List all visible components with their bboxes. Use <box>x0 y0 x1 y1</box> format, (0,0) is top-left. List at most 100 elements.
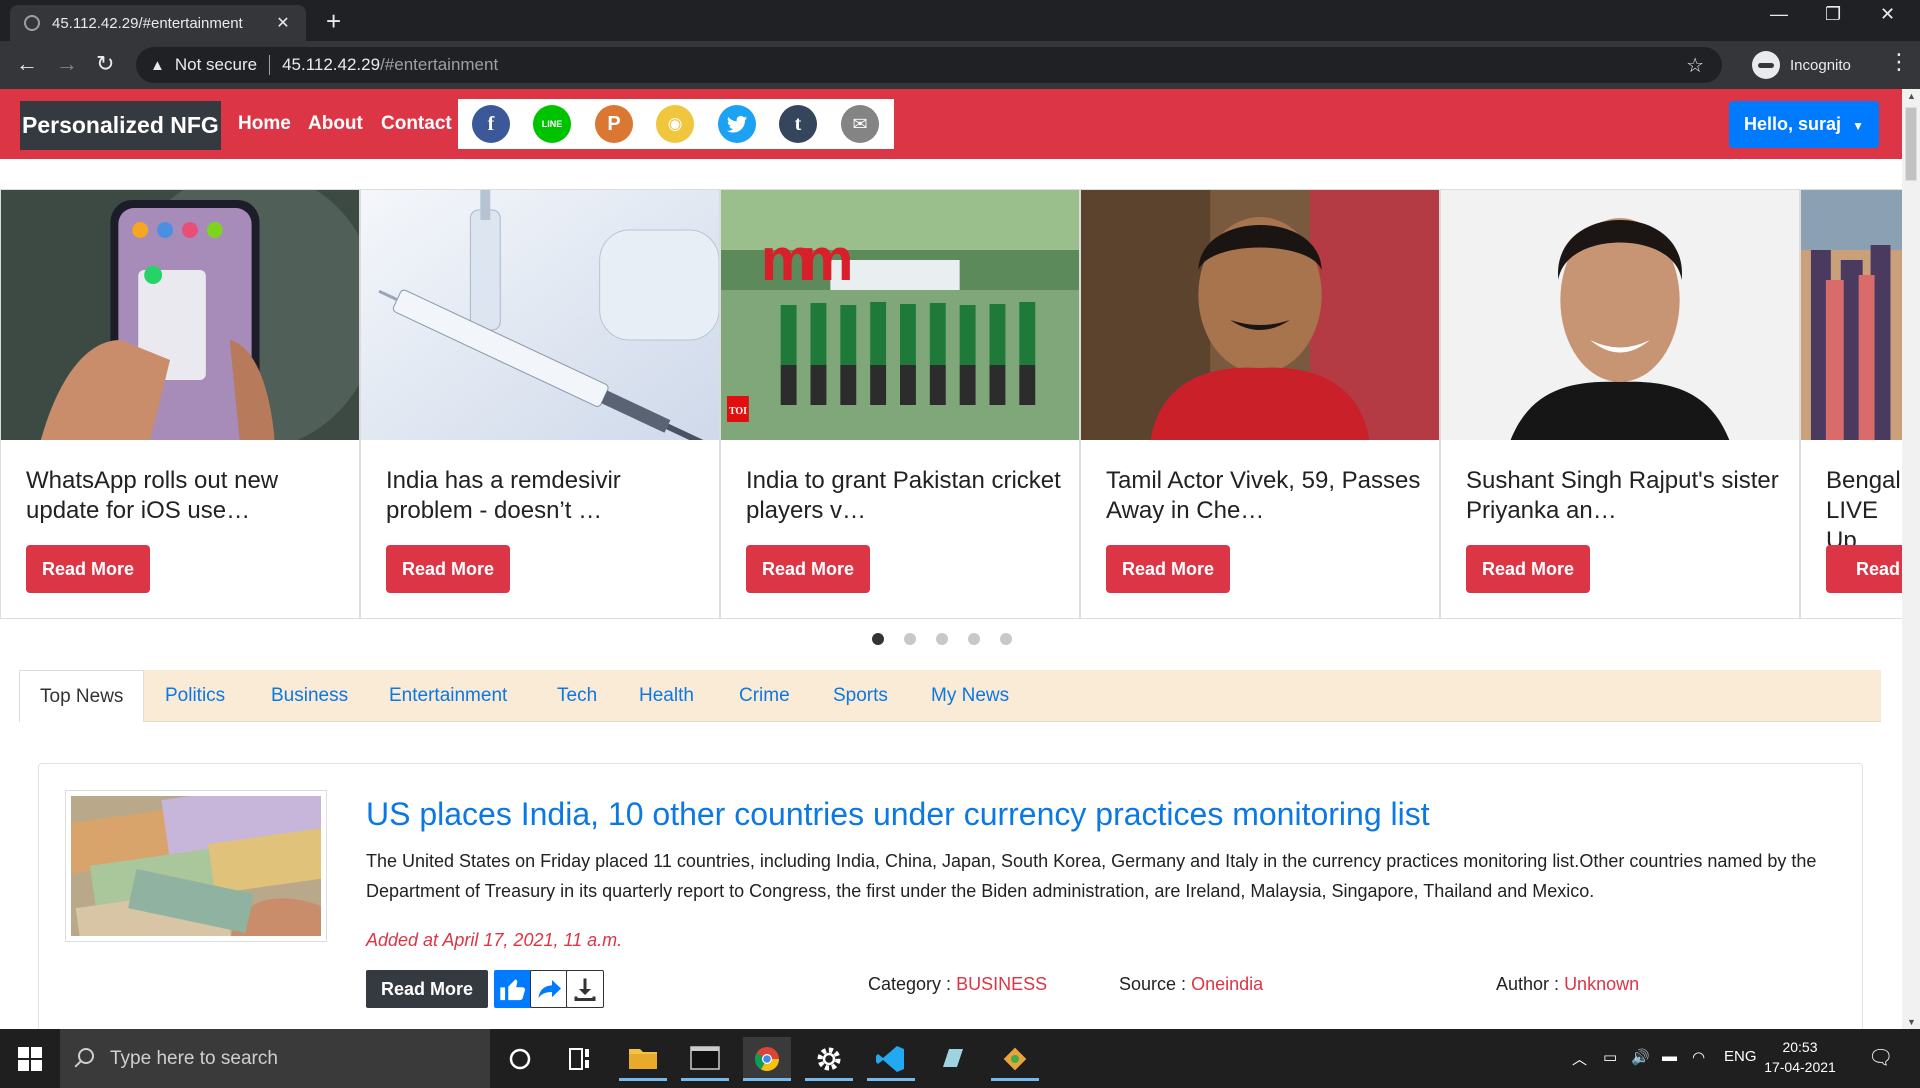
battery-icon[interactable]: ▬ <box>1662 1048 1677 1065</box>
app-icon[interactable] <box>929 1037 977 1081</box>
volume-icon[interactable]: 🔊 <box>1631 1048 1650 1066</box>
card-title[interactable]: Sushant Singh Rajput's sister Priyanka a… <box>1466 466 1786 526</box>
page-viewport: Personalized NFG Home About Contact f LI… <box>0 89 1920 1029</box>
taskbar-search-box[interactable]: Type here to search <box>60 1029 490 1088</box>
reload-icon[interactable]: ↻ <box>96 51 114 77</box>
like-button[interactable] <box>494 970 532 1008</box>
user-menu-button[interactable]: Hello, suraj ▼ <box>1729 101 1879 148</box>
notifications-icon[interactable]: 🗨 <box>1868 1045 1893 1070</box>
language-indicator[interactable]: ENG <box>1724 1048 1757 1065</box>
carousel-dot[interactable] <box>968 633 980 645</box>
chrome-icon[interactable] <box>743 1037 791 1081</box>
read-more-button[interactable]: Read More <box>386 545 510 593</box>
carousel-indicators <box>872 633 1032 645</box>
close-tab-icon[interactable]: ✕ <box>274 13 292 33</box>
nav-about[interactable]: About <box>308 113 363 135</box>
download-button[interactable] <box>566 970 604 1008</box>
tab-business[interactable]: Business <box>271 670 348 722</box>
thumbs-up-icon <box>500 979 525 1001</box>
category-value[interactable]: BUSINESS <box>956 974 1047 994</box>
incognito-badge[interactable]: Incognito <box>1752 49 1851 81</box>
carousel-dot[interactable] <box>1000 633 1012 645</box>
twitter-icon[interactable] <box>718 105 756 143</box>
card-title[interactable]: WhatsApp rolls out new update for iOS us… <box>26 466 346 526</box>
line-icon[interactable]: LINE <box>533 105 571 143</box>
vscode-icon[interactable] <box>867 1037 915 1081</box>
back-icon[interactable]: ← <box>16 51 38 77</box>
read-more-button[interactable]: Read More <box>26 545 150 593</box>
task-view-icon[interactable] <box>555 1037 603 1081</box>
address-bar[interactable]: ▲ Not secure 45.112.42.29/#entertainment… <box>136 47 1722 83</box>
search-placeholder: Type here to search <box>110 1048 278 1069</box>
minimize-icon[interactable]: — <box>1770 4 1788 25</box>
article-thumbnail[interactable] <box>53 777 334 958</box>
browser-menu-icon[interactable]: ⋮ <box>1888 49 1910 75</box>
close-window-icon[interactable]: ✕ <box>1880 4 1895 25</box>
windows-start-icon[interactable] <box>18 1047 42 1071</box>
site-brand[interactable]: Personalized NFG <box>20 101 221 150</box>
tab-entertainment[interactable]: Entertainment <box>389 670 507 722</box>
meet-now-icon[interactable]: ▭ <box>1603 1048 1617 1066</box>
read-more-button[interactable]: Read More <box>1466 545 1590 593</box>
card-title[interactable]: India has a remdesivir problem - doesn’t… <box>386 466 706 526</box>
tab-my-news[interactable]: My News <box>931 670 1009 722</box>
new-tab-icon[interactable]: + <box>326 8 341 34</box>
page-scrollbar[interactable]: ▲ ▼ <box>1902 89 1920 1029</box>
scroll-thumb[interactable] <box>1905 107 1917 181</box>
tab-crime[interactable]: Crime <box>739 670 790 722</box>
terminal-icon[interactable] <box>681 1037 729 1081</box>
browser-tab-strip: 45.112.42.29/#entertainment ✕ + — ❐ ✕ <box>0 0 1920 41</box>
card-title[interactable]: Tamil Actor Vivek, 59, Passes Away in Ch… <box>1106 466 1426 526</box>
url-path: /#entertainment <box>380 55 499 74</box>
twitter-bird-shape <box>726 116 748 133</box>
git-kraken-icon[interactable] <box>991 1037 1039 1081</box>
card-title[interactable]: Bengal LIVE Up <box>1826 466 1901 556</box>
bookmark-star-icon[interactable]: ☆ <box>1686 53 1704 78</box>
clock-date: 17-04-2021 <box>1764 1059 1836 1075</box>
forward-icon[interactable]: → <box>56 51 78 77</box>
read-more-button[interactable]: Read More <box>746 545 870 593</box>
tumblr-icon[interactable]: t <box>779 105 817 143</box>
show-hidden-icons[interactable]: ︿ <box>1572 1048 1587 1069</box>
tab-politics[interactable]: Politics <box>165 670 225 722</box>
card-title[interactable]: India to grant Pakistan cricket players … <box>746 466 1066 526</box>
carousel-dot[interactable] <box>904 633 916 645</box>
wifi-icon[interactable]: ◠ <box>1692 1048 1705 1066</box>
nav-home[interactable]: Home <box>238 113 291 135</box>
divider <box>269 55 271 75</box>
taskbar-clock[interactable]: 20:53 17-04-2021 <box>1760 1037 1840 1077</box>
carousel-card: Bengal LIVE Up Read M <box>1800 189 1902 619</box>
scroll-up-icon[interactable]: ▲ <box>1907 91 1916 101</box>
tab-title: 45.112.42.29/#entertainment <box>52 14 243 32</box>
article-category: Category : BUSINESS <box>868 974 1047 995</box>
scroll-down-icon[interactable]: ▼ <box>1907 1017 1916 1027</box>
browser-tab[interactable]: 45.112.42.29/#entertainment ✕ <box>10 5 306 41</box>
tab-top-news[interactable]: Top News <box>19 670 145 722</box>
cortana-icon[interactable] <box>496 1037 544 1081</box>
source-value[interactable]: Oneindia <box>1191 974 1263 994</box>
carousel-dot[interactable] <box>936 633 948 645</box>
author-label: Author : <box>1496 974 1560 994</box>
tab-tech[interactable]: Tech <box>557 670 597 722</box>
crowd-image <box>1801 190 1902 440</box>
search-icon <box>78 1048 94 1064</box>
facebook-icon[interactable]: f <box>472 105 510 143</box>
carousel-dot[interactable] <box>872 633 884 645</box>
p-icon[interactable]: P <box>595 105 633 143</box>
article-summary: The United States on Friday placed 11 co… <box>366 851 1817 901</box>
share-button[interactable] <box>530 970 568 1008</box>
read-more-button[interactable]: Read More <box>1106 545 1230 593</box>
read-more-button[interactable]: Read More <box>366 970 488 1008</box>
author-value[interactable]: Unknown <box>1564 974 1639 994</box>
nav-contact[interactable]: Contact <box>381 113 452 135</box>
settings-gear-icon[interactable] <box>805 1037 853 1081</box>
article-title[interactable]: US places India, 10 other countries unde… <box>366 796 1430 833</box>
restore-icon[interactable]: ❐ <box>1825 4 1841 25</box>
weibo-icon[interactable]: ◉ <box>656 105 694 143</box>
file-explorer-icon[interactable] <box>619 1037 667 1081</box>
tab-sports[interactable]: Sports <box>833 670 888 722</box>
incognito-icon <box>1752 51 1780 79</box>
read-more-button[interactable]: Read M <box>1826 545 1902 593</box>
email-icon[interactable]: ✉ <box>841 105 879 143</box>
tab-health[interactable]: Health <box>639 670 694 722</box>
